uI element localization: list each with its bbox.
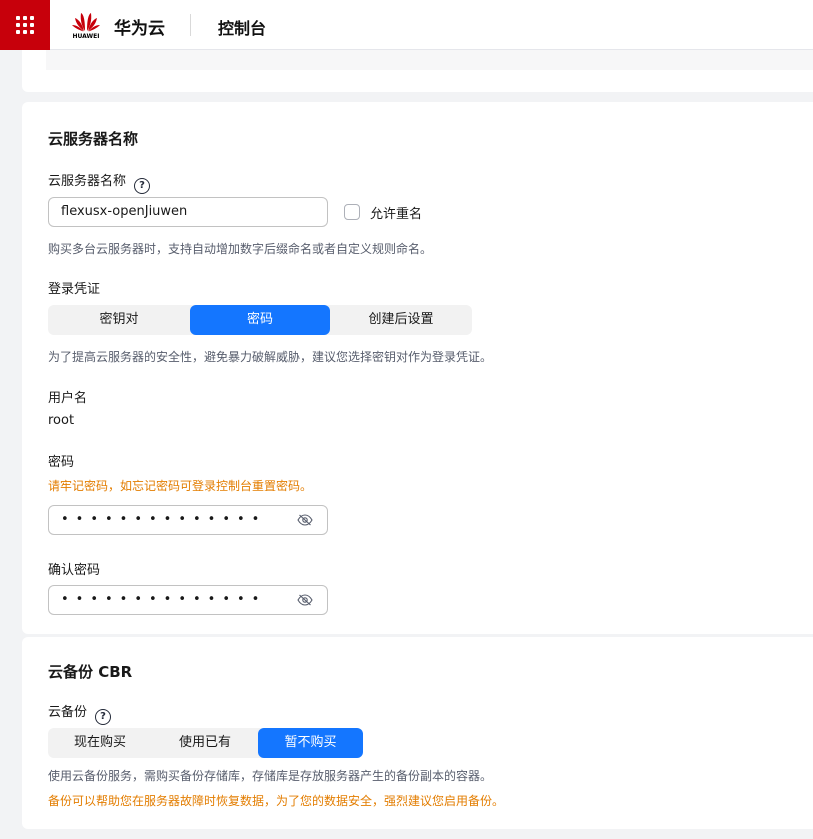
login-credential-selector: 密钥对 密码 创建后设置 bbox=[48, 305, 472, 335]
confirm-password-input[interactable]: •••••••••••••• bbox=[48, 585, 328, 615]
option-buy-now[interactable]: 现在购买 bbox=[48, 728, 152, 758]
option-use-existing[interactable]: 使用已有 bbox=[152, 728, 258, 758]
logo-text: HUAWEI bbox=[72, 33, 100, 40]
previous-section-strip bbox=[46, 50, 813, 70]
eye-off-icon[interactable] bbox=[297, 514, 313, 526]
username-value: root bbox=[48, 413, 75, 428]
password-input[interactable]: •••••••••••••• bbox=[48, 505, 328, 535]
console-link[interactable]: 控制台 bbox=[218, 15, 266, 39]
backup-warning: 备份可以帮助您在服务器故障时恢复数据，为了您的数据安全，强烈建议您启用备份。 bbox=[48, 794, 505, 808]
allow-duplicate-label: 允许重名 bbox=[370, 206, 423, 222]
app-grid-icon bbox=[16, 16, 34, 34]
backup-section-title: 云备份 CBR bbox=[48, 663, 133, 681]
brand-name[interactable]: 华为云 bbox=[114, 14, 165, 39]
server-name-input[interactable]: flexusx-openJiuwen bbox=[48, 197, 328, 227]
server-name-label: 云服务器名称? bbox=[48, 170, 151, 194]
help-icon[interactable]: ? bbox=[134, 178, 151, 194]
app-grid-button[interactable] bbox=[0, 0, 50, 50]
server-name-hint: 购买多台云服务器时，支持自动增加数字后缀命名或者自定义规则命名。 bbox=[48, 242, 433, 256]
login-credential-label: 登录凭证 bbox=[48, 282, 101, 297]
backup-hint: 使用云备份服务，需购买备份存储库，存储库是存放服务器产生的备份副本的容器。 bbox=[48, 769, 493, 783]
password-label: 密码 bbox=[48, 455, 75, 470]
confirm-password-label: 确认密码 bbox=[48, 563, 101, 578]
huawei-logo-icon bbox=[72, 13, 100, 32]
server-name-label-text: 云服务器名称 bbox=[48, 174, 127, 189]
server-name-section-title: 云服务器名称 bbox=[48, 130, 139, 148]
top-bar: HUAWEI 华为云 控制台 bbox=[0, 0, 813, 50]
confirm-password-mask: •••••••••••••• bbox=[61, 592, 267, 607]
backup-option-selector: 现在购买 使用已有 暂不购买 bbox=[48, 728, 363, 758]
cloud-backup-panel: 云备份 CBR 云备份? 现在购买 使用已有 暂不购买 使用云备份服务，需购买备… bbox=[22, 637, 813, 829]
huawei-logo[interactable]: HUAWEI bbox=[70, 9, 102, 43]
allow-duplicate-checkbox[interactable] bbox=[344, 204, 360, 220]
option-password[interactable]: 密码 bbox=[190, 305, 330, 335]
password-warning: 请牢记密码，如忘记密码可登录控制台重置密码。 bbox=[48, 479, 313, 493]
option-key-pair[interactable]: 密钥对 bbox=[48, 305, 190, 335]
password-mask: •••••••••••••• bbox=[61, 512, 267, 527]
option-set-later[interactable]: 创建后设置 bbox=[330, 305, 472, 335]
eye-off-icon[interactable] bbox=[297, 594, 313, 606]
header-divider bbox=[190, 14, 191, 36]
login-credential-hint: 为了提高云服务器的安全性，避免暴力破解威胁，建议您选择密钥对作为登录凭证。 bbox=[48, 350, 493, 364]
option-not-buy[interactable]: 暂不购买 bbox=[258, 728, 363, 758]
backup-label-text: 云备份 bbox=[48, 705, 88, 720]
backup-label: 云备份? bbox=[48, 701, 112, 725]
username-label: 用户名 bbox=[48, 391, 88, 406]
server-config-panel: 云服务器名称 云服务器名称? flexusx-openJiuwen 允许重名 购… bbox=[22, 102, 813, 634]
previous-section-panel bbox=[22, 50, 813, 92]
help-icon[interactable]: ? bbox=[95, 709, 112, 725]
allow-duplicate-option[interactable]: 允许重名 bbox=[344, 202, 422, 222]
